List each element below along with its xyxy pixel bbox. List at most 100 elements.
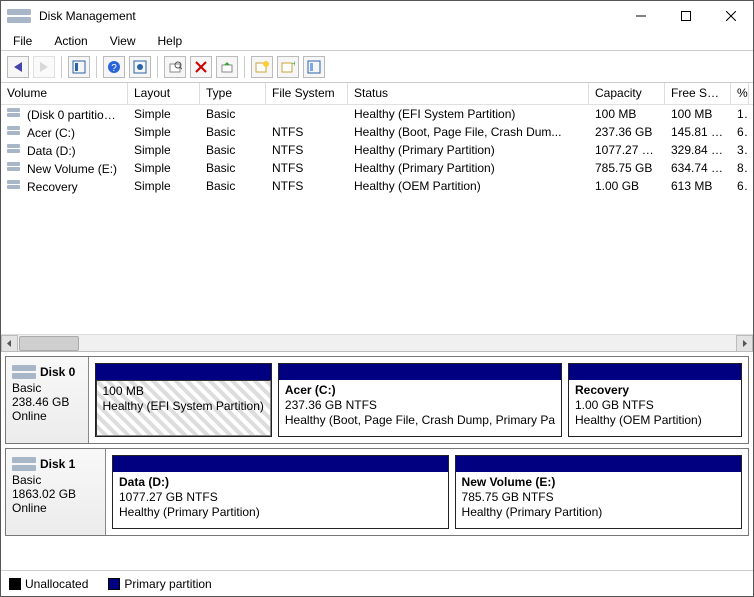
menu-file[interactable]: File: [11, 32, 34, 50]
col-volume[interactable]: Volume: [1, 83, 128, 104]
menubar: File Action View Help: [1, 31, 753, 51]
volume-icon: [7, 162, 23, 174]
row-pct: 6: [731, 122, 749, 142]
legend-unallocated-label: Unallocated: [25, 577, 88, 591]
partition[interactable]: 100 MBHealthy (EFI System Partition): [95, 363, 272, 437]
row-status: Healthy (Boot, Page File, Crash Dum...: [348, 122, 589, 142]
partition-name: Acer (C:): [285, 383, 555, 398]
row-fs: [266, 111, 348, 117]
disk-row: Disk 1 Basic1863.02 GBOnline Data (D:)1077…: [5, 448, 749, 536]
volume-icon: [7, 180, 23, 192]
disk-info[interactable]: Disk 0Basic238.46 GBOnline: [6, 357, 89, 443]
row-capacity: 1077.27 GB: [589, 140, 665, 160]
row-fs: NTFS: [266, 176, 348, 196]
disk-info[interactable]: Disk 1 Basic1863.02 GBOnline: [6, 449, 106, 535]
partition-header: [113, 456, 448, 472]
row-fs: NTFS: [266, 122, 348, 142]
new-volume-button[interactable]: [251, 56, 273, 78]
col-status[interactable]: Status: [348, 83, 589, 104]
table-row[interactable]: Data (D:)SimpleBasicNTFSHealthy (Primary…: [1, 141, 753, 159]
table-row[interactable]: (Disk 0 partition 1)SimpleBasicHealthy (…: [1, 105, 753, 123]
partition-name: New Volume (E:): [462, 475, 735, 490]
toolbar: ? +: [1, 51, 753, 83]
row-type: Basic: [200, 122, 266, 142]
partition-header: [569, 364, 741, 380]
scroll-left-button[interactable]: [1, 335, 18, 352]
partition-name: Data (D:): [119, 475, 442, 490]
scroll-right-button[interactable]: [736, 335, 753, 352]
partition-status: Healthy (EFI System Partition): [103, 399, 264, 414]
col-layout[interactable]: Layout: [128, 83, 200, 104]
menu-help[interactable]: Help: [156, 32, 185, 50]
table-row[interactable]: RecoverySimpleBasicNTFSHealthy (OEM Part…: [1, 177, 753, 195]
title-text: Disk Management: [39, 9, 136, 23]
table-row[interactable]: New Volume (E:)SimpleBasicNTFSHealthy (P…: [1, 159, 753, 177]
volume-icon: [7, 126, 23, 138]
partition[interactable]: New Volume (E:)785.75 GB NTFSHealthy (Pr…: [455, 455, 742, 529]
col-type[interactable]: Type: [200, 83, 266, 104]
maximize-button[interactable]: [663, 1, 708, 31]
partition-name: Recovery: [575, 383, 735, 398]
col-percent[interactable]: %: [731, 83, 749, 104]
partition[interactable]: Recovery1.00 GB NTFSHealthy (OEM Partiti…: [568, 363, 742, 437]
window: Disk Management File Action View Help ? …: [0, 0, 754, 597]
show-tree-button[interactable]: [68, 56, 90, 78]
scroll-thumb[interactable]: [19, 336, 79, 351]
partition-size: 100 MB: [103, 384, 264, 399]
wizard-button[interactable]: +: [277, 56, 299, 78]
col-freespace[interactable]: Free Spa...: [665, 83, 731, 104]
close-button[interactable]: [708, 1, 753, 31]
row-type: Basic: [200, 140, 266, 160]
volume-list: Volume Layout Type File System Status Ca…: [1, 83, 753, 352]
disk-label: Disk 1: [40, 457, 75, 471]
partition[interactable]: Data (D:)1077.27 GB NTFSHealthy (Primary…: [112, 455, 449, 529]
disk-row: Disk 0Basic238.46 GBOnline100 MBHealthy …: [5, 356, 749, 444]
table-row[interactable]: Acer (C:)SimpleBasicNTFSHealthy (Boot, P…: [1, 123, 753, 141]
format-button[interactable]: [216, 56, 238, 78]
list-body[interactable]: (Disk 0 partition 1)SimpleBasicHealthy (…: [1, 105, 753, 334]
menu-action[interactable]: Action: [52, 32, 89, 50]
partition[interactable]: Acer (C:)237.36 GB NTFSHealthy (Boot, Pa…: [278, 363, 562, 437]
settings-button[interactable]: [129, 56, 151, 78]
legend-primary-swatch: [108, 578, 120, 590]
list-header: Volume Layout Type File System Status Ca…: [1, 83, 753, 105]
legend-unallocated-swatch: [9, 578, 21, 590]
window-title: Disk Management: [7, 7, 618, 25]
row-volume: New Volume (E:): [27, 162, 117, 176]
partition-status: Healthy (Primary Partition): [119, 505, 442, 520]
partition-status: Healthy (Boot, Page File, Crash Dump, Pr…: [285, 413, 555, 428]
row-volume: Recovery: [27, 180, 78, 194]
disk-size: 1863.02 GB: [12, 487, 99, 501]
row-pct: 8: [731, 158, 749, 178]
svg-text:?: ?: [111, 63, 117, 74]
properties-button[interactable]: [164, 56, 186, 78]
partition-size: 785.75 GB NTFS: [462, 490, 735, 505]
forward-button: [33, 56, 55, 78]
row-pct: 6: [731, 176, 749, 196]
row-free: 613 MB: [665, 176, 731, 196]
legend: Unallocated Primary partition: [1, 570, 753, 596]
back-button[interactable]: [7, 56, 29, 78]
titlebar[interactable]: Disk Management: [1, 1, 753, 31]
disk-state: Online: [12, 501, 99, 515]
col-capacity[interactable]: Capacity: [589, 83, 665, 104]
col-filesystem[interactable]: File System: [266, 83, 348, 104]
horizontal-scrollbar[interactable]: [1, 334, 753, 351]
help-button[interactable]: ?: [103, 56, 125, 78]
row-type: Basic: [200, 176, 266, 196]
volume-icon: [7, 108, 23, 120]
row-status: Healthy (OEM Partition): [348, 176, 589, 196]
menu-view[interactable]: View: [108, 32, 138, 50]
row-pct: 3: [731, 140, 749, 160]
disk-type: Basic: [12, 473, 99, 487]
refresh-button[interactable]: [303, 56, 325, 78]
disk-label: Disk 0: [40, 365, 75, 379]
disk-icon: [12, 455, 38, 473]
minimize-button[interactable]: [618, 1, 663, 31]
row-free: 329.84 GB: [665, 140, 731, 160]
partition-header: [96, 364, 271, 380]
row-fs: NTFS: [266, 140, 348, 160]
disk-graphical-view: Disk 0Basic238.46 GBOnline100 MBHealthy …: [1, 352, 753, 570]
row-status: Healthy (Primary Partition): [348, 140, 589, 160]
delete-button[interactable]: [190, 56, 212, 78]
